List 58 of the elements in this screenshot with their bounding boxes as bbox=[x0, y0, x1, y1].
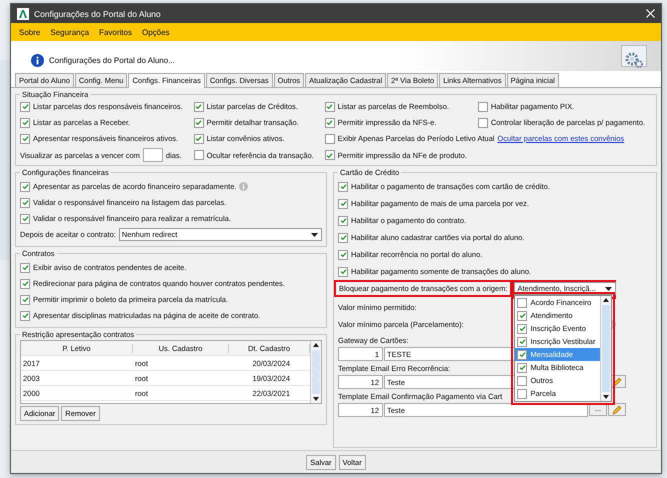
app-logo-icon bbox=[17, 8, 29, 20]
checkbox[interactable] bbox=[20, 134, 30, 144]
window-title: Configurações do Portal do Aluno bbox=[34, 8, 162, 18]
checkbox[interactable] bbox=[20, 278, 30, 288]
checkbox[interactable] bbox=[338, 250, 348, 260]
checkbox[interactable] bbox=[338, 198, 348, 208]
header-text: Configurações do Portal do Aluno... bbox=[49, 56, 176, 64]
checkbox[interactable] bbox=[338, 232, 348, 242]
input-field[interactable] bbox=[142, 148, 163, 162]
scrollbar[interactable] bbox=[310, 341, 321, 403]
down-arrow-icon[interactable] bbox=[313, 397, 319, 401]
checkbox[interactable] bbox=[20, 118, 30, 128]
checkbox[interactable] bbox=[517, 310, 528, 320]
checkbox[interactable] bbox=[517, 324, 528, 334]
checkbox[interactable] bbox=[20, 294, 30, 304]
checkbox[interactable] bbox=[517, 388, 528, 398]
checkbox[interactable] bbox=[324, 150, 335, 160]
checkbox[interactable] bbox=[478, 102, 488, 112]
menu-item[interactable]: Segurança bbox=[50, 28, 90, 36]
checkbox[interactable] bbox=[324, 134, 335, 144]
checkbox[interactable] bbox=[517, 298, 528, 308]
checkbox[interactable] bbox=[517, 350, 528, 360]
menu-item[interactable]: Opções bbox=[142, 28, 170, 36]
scrollbar[interactable] bbox=[600, 296, 612, 401]
caret-icon bbox=[605, 287, 612, 291]
checkbox[interactable] bbox=[338, 216, 348, 226]
checkbox[interactable] bbox=[324, 118, 335, 128]
info-icon bbox=[239, 182, 248, 191]
checkbox[interactable] bbox=[478, 118, 488, 128]
checkbox[interactable] bbox=[324, 102, 335, 112]
info-icon bbox=[31, 54, 44, 66]
pencil-icon bbox=[612, 376, 622, 386]
checkbox[interactable] bbox=[20, 262, 30, 272]
checkbox[interactable] bbox=[338, 182, 348, 192]
up-arrow-icon[interactable] bbox=[603, 298, 610, 302]
checkbox[interactable] bbox=[20, 214, 30, 224]
checkbox[interactable] bbox=[194, 134, 204, 144]
checkbox[interactable] bbox=[20, 102, 30, 112]
checkbox[interactable] bbox=[194, 118, 204, 128]
menu-item[interactable]: Sobre bbox=[19, 28, 40, 36]
checkbox[interactable] bbox=[20, 182, 30, 192]
checkbox[interactable] bbox=[517, 376, 528, 386]
checkbox[interactable] bbox=[20, 310, 30, 320]
edit-button[interactable] bbox=[608, 403, 626, 416]
checkbox[interactable] bbox=[194, 102, 204, 112]
checkbox[interactable] bbox=[338, 266, 348, 276]
down-arrow-icon[interactable] bbox=[603, 395, 610, 399]
checkbox[interactable] bbox=[517, 336, 528, 346]
gears-icon bbox=[624, 51, 644, 69]
checkbox[interactable] bbox=[194, 150, 204, 160]
settings-button[interactable] bbox=[621, 45, 647, 67]
close-icon[interactable] bbox=[646, 9, 655, 18]
menu-item[interactable]: Favoritos bbox=[99, 28, 132, 36]
pencil-icon bbox=[612, 404, 622, 414]
checkbox[interactable] bbox=[20, 198, 30, 208]
up-arrow-icon[interactable] bbox=[313, 343, 319, 347]
checkbox[interactable] bbox=[517, 362, 528, 372]
caret-icon bbox=[311, 233, 318, 237]
